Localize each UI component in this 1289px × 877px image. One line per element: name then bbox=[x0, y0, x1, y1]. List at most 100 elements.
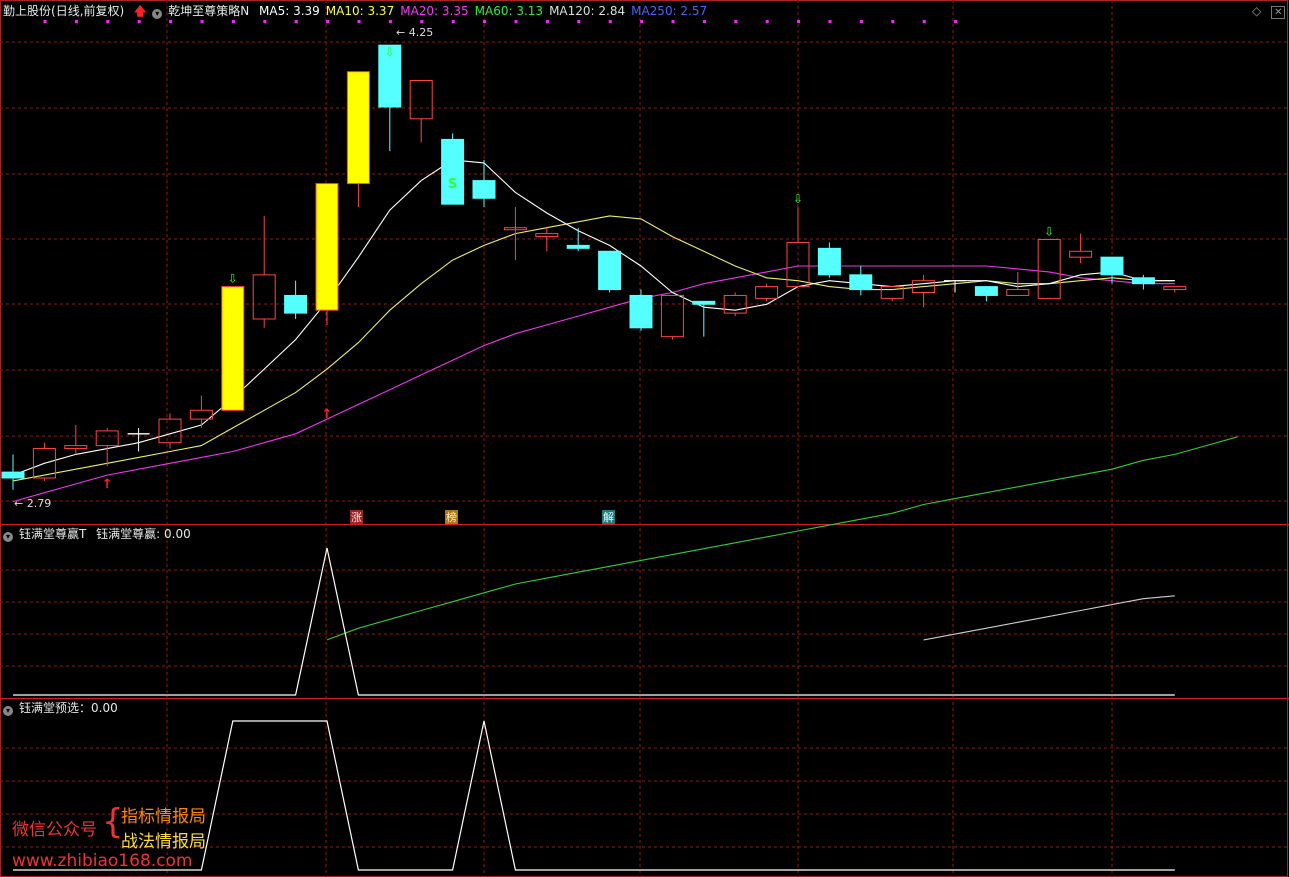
candle-body bbox=[566, 244, 590, 249]
watermark-item1: 指标情报局 bbox=[121, 807, 206, 827]
top-dot-marker bbox=[483, 20, 487, 23]
stock-name[interactable]: 勤上股份 bbox=[3, 4, 51, 18]
main-panel-header: 勤上股份(日线,前复权) 🡅 ▾ 乾坤至尊策略N MA5: 3.39 MA10: 3… bbox=[3, 4, 719, 19]
candle-body bbox=[64, 445, 88, 450]
panel2-name[interactable]: 钰满堂尊赢T bbox=[19, 527, 86, 541]
top-dot-marker bbox=[231, 20, 235, 23]
top-dot-marker bbox=[357, 20, 361, 23]
s-marker: S bbox=[448, 177, 457, 192]
candle-body bbox=[692, 300, 716, 305]
candle-body bbox=[1163, 286, 1187, 291]
top-dot-marker bbox=[43, 20, 47, 23]
candle-body bbox=[441, 138, 465, 205]
ma20-line bbox=[12, 265, 1175, 503]
top-dot-marker bbox=[388, 20, 392, 23]
top-dot-marker bbox=[169, 20, 173, 23]
top-dot-marker bbox=[137, 20, 141, 23]
high-price-label: ← 4.25 bbox=[396, 26, 433, 39]
candle-body bbox=[284, 294, 308, 314]
green-down-arrow-icon: ⇩ bbox=[793, 192, 803, 206]
diamond-icon[interactable]: ◇ bbox=[1252, 4, 1261, 18]
top-dot-marker bbox=[765, 20, 769, 23]
panel2-dropdown-icon[interactable]: ▾ bbox=[3, 532, 13, 542]
candle-body bbox=[252, 274, 276, 320]
candle-body bbox=[1131, 277, 1155, 285]
top-dot-marker bbox=[451, 20, 455, 23]
red-up-arrow-icon: ↑ bbox=[322, 407, 333, 422]
candle-body bbox=[849, 274, 873, 291]
panel3-header: ▾ 钰满堂预选：0.00 bbox=[3, 701, 124, 716]
ma-legend-item: MA120: 2.84 bbox=[549, 4, 626, 18]
candle-body bbox=[817, 247, 841, 276]
candle-body bbox=[1006, 289, 1030, 296]
top-dot-marker bbox=[420, 20, 424, 23]
ma5-line bbox=[12, 159, 1175, 476]
candle-body bbox=[158, 418, 182, 444]
chart-canvas[interactable]: ⇩ ⇩ ⇩ ⇩ ↑ ↑ S ← 4.25 ← 2.79 涨 榜 解 bbox=[0, 0, 1289, 877]
panel3-name[interactable]: 钰满堂预选：0.00 bbox=[19, 701, 118, 715]
candle-body bbox=[1, 471, 25, 479]
top-dot-marker bbox=[859, 20, 863, 23]
close-icon[interactable]: ✕ bbox=[1271, 6, 1286, 19]
top-dot-marker bbox=[608, 20, 612, 23]
candle-body bbox=[346, 71, 370, 185]
top-dot-marker bbox=[922, 20, 926, 23]
ma-legend-item: MA5: 3.39 bbox=[259, 4, 320, 18]
candle-body bbox=[598, 250, 622, 291]
top-dot-marker bbox=[74, 20, 78, 23]
ma-legend-item: MA250: 2.57 bbox=[631, 4, 708, 18]
period-label[interactable]: (日线,前复权) bbox=[51, 4, 124, 18]
ma-legend-item: MA20: 3.35 bbox=[400, 4, 469, 18]
panel2-header: ▾ 钰满堂尊赢T 钰满堂尊赢: 0.00 bbox=[3, 527, 197, 542]
top-dot-marker bbox=[263, 20, 267, 23]
top-dot-marker bbox=[797, 20, 801, 23]
candle-body bbox=[1100, 256, 1124, 276]
top-dot-marker bbox=[514, 20, 518, 23]
signal-tag: 涨 bbox=[351, 511, 362, 524]
candle-body bbox=[1037, 239, 1061, 299]
ma10-line bbox=[12, 215, 1175, 482]
signal-tag: 解 bbox=[603, 510, 614, 524]
candle-body bbox=[1069, 250, 1093, 258]
top-dot-marker bbox=[326, 20, 330, 23]
low-price-label: ← 2.79 bbox=[14, 497, 51, 510]
candle-body bbox=[315, 183, 339, 311]
candle-body bbox=[535, 233, 559, 238]
top-dot-marker bbox=[828, 20, 832, 23]
ma-legend-item: MA60: 3.13 bbox=[474, 4, 544, 18]
top-dot-marker bbox=[577, 20, 581, 23]
candle-body bbox=[472, 180, 496, 199]
top-dot-marker bbox=[200, 20, 204, 23]
candle-body bbox=[409, 80, 433, 120]
candle-body bbox=[974, 286, 998, 296]
strategy-dropdown-icon[interactable]: ▾ bbox=[152, 9, 163, 19]
top-dot-marker bbox=[954, 20, 958, 23]
watermark-url[interactable]: www.zhibiao168.com bbox=[12, 851, 192, 871]
signal-tag: 榜 bbox=[446, 510, 457, 524]
panel3-dropdown-icon[interactable]: ▾ bbox=[3, 706, 13, 716]
green-down-arrow-icon: ⇩ bbox=[1044, 225, 1054, 239]
window-controls: ◇ ✕ bbox=[1252, 4, 1289, 20]
green-down-arrow-icon: ⇩ bbox=[385, 45, 395, 59]
ma-legend: MA5: 3.39 MA10: 3.37 MA20: 3.35 MA60: 3.13 M… bbox=[259, 4, 713, 18]
candle-body bbox=[221, 286, 245, 411]
red-up-arrow-icon: ↑ bbox=[102, 477, 113, 492]
candle-body bbox=[629, 294, 653, 329]
green-down-arrow-icon: ⇩ bbox=[228, 272, 238, 286]
watermark-item2: 战法情报局 bbox=[121, 832, 206, 852]
top-dot-marker bbox=[294, 20, 298, 23]
ma-legend-item: MA10: 3.37 bbox=[325, 4, 395, 18]
ma60-line bbox=[326, 436, 1238, 641]
red-up-arrow-icon: 🡅 bbox=[134, 4, 147, 18]
strategy-name[interactable]: 乾坤至尊策略N bbox=[168, 4, 249, 18]
candle-body bbox=[95, 430, 119, 447]
top-dot-marker bbox=[891, 20, 895, 23]
top-dot-marker bbox=[545, 20, 549, 23]
top-dot-marker bbox=[640, 20, 644, 23]
top-dot-marker bbox=[702, 20, 706, 23]
frame-border bbox=[0, 0, 1288, 877]
top-dot-marker bbox=[734, 20, 738, 23]
candle-body bbox=[660, 294, 684, 338]
candle-body bbox=[755, 286, 779, 299]
watermark-label: 微信公众号 bbox=[12, 820, 97, 840]
